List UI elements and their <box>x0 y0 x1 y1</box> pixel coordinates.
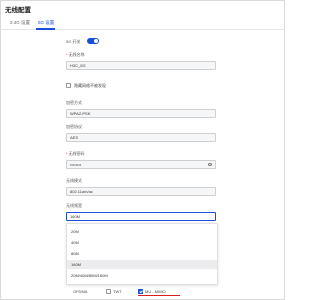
password-label: *无线密码 <box>66 151 85 157</box>
mode-label: 无线模式 <box>66 178 82 183</box>
twt-label: TWT <box>113 289 122 294</box>
security-select[interactable]: WPA2-PSK <box>66 109 216 118</box>
password-input[interactable]: •••••••• <box>66 160 216 169</box>
dropdown-option-auto[interactable]: 20M/40M/80M/160M <box>67 271 217 280</box>
tab-bar: 2.4G 设置 5G 设置 <box>0 16 285 30</box>
show-password-eye-icon[interactable] <box>208 163 212 166</box>
hide-ssid-checkbox[interactable] <box>66 83 71 88</box>
dropdown-option-160m[interactable]: 160M <box>67 260 217 269</box>
highlight-underline <box>138 295 180 297</box>
required-mark: * <box>66 151 68 156</box>
ofdma-label: OFDMA <box>73 289 88 294</box>
dropdown-option-40m[interactable]: 40M <box>67 238 217 247</box>
twt-checkbox[interactable] <box>106 289 111 294</box>
mode-select[interactable]: 802.11a/n/ac <box>66 187 216 196</box>
algorithm-select[interactable]: AES <box>66 133 216 142</box>
password-label-text: 无线密码 <box>68 151 85 156</box>
security-label: 加密方式 <box>66 100 82 105</box>
hide-ssid-label: 隐藏网络不被发现 <box>74 83 106 88</box>
ssid-input[interactable]: H3C_5G <box>66 61 216 70</box>
required-mark: * <box>66 52 68 57</box>
active-tab-indicator <box>36 28 55 30</box>
bandwidth-select[interactable]: 160M <box>66 212 216 221</box>
mu-mimo-label: MU - MIMO <box>145 289 166 294</box>
switch-label: 5G 开关 <box>66 39 81 44</box>
ssid-label-text: 无线名称 <box>68 52 85 57</box>
bandwidth-label: 无线频宽 <box>66 203 82 208</box>
algorithm-label: 加密协议 <box>66 124 82 129</box>
ssid-label: *无线名称 <box>66 52 85 58</box>
tab-5g[interactable]: 5G 设置 <box>38 20 54 26</box>
tab-2-4g[interactable]: 2.4G 设置 <box>10 20 30 26</box>
password-value: •••••••• <box>70 162 82 167</box>
toggle-knob <box>93 38 99 44</box>
dropdown-option-80m[interactable]: 80M <box>67 249 217 258</box>
page-title: 无线配置 <box>5 7 31 14</box>
5g-switch-toggle[interactable] <box>87 38 99 44</box>
bandwidth-dropdown: 20M 40M 80M 160M 20M/40M/80M/160M <box>66 223 218 285</box>
mu-mimo-checkbox[interactable] <box>138 289 143 294</box>
dropdown-option-20m[interactable]: 20M <box>67 227 217 236</box>
